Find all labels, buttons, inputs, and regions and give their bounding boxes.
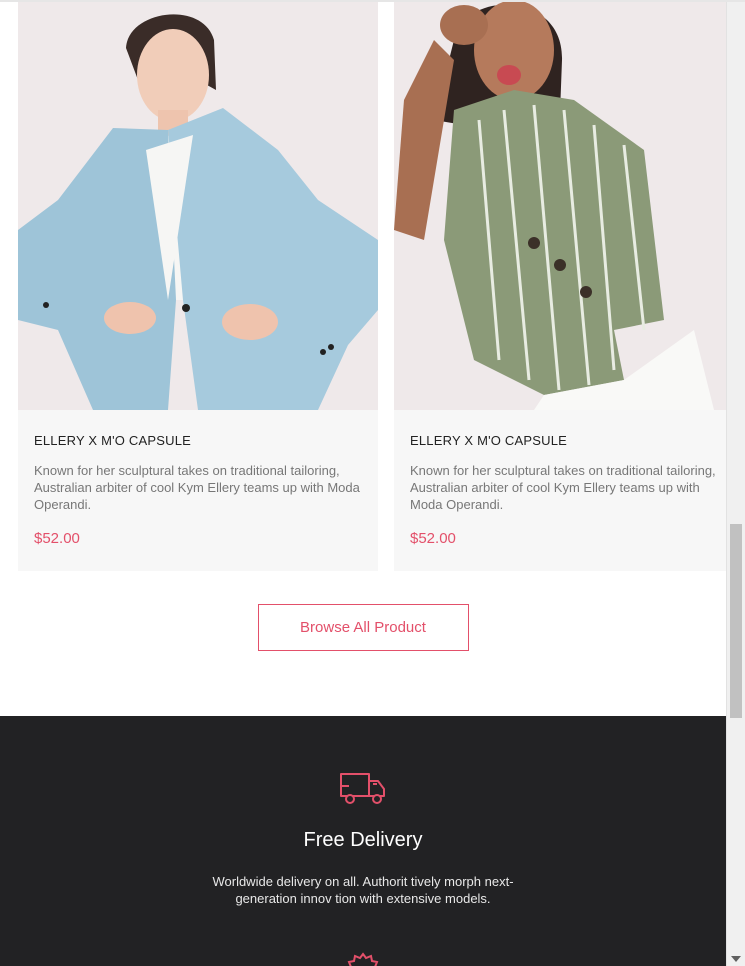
vertical-scrollbar[interactable] <box>726 0 745 966</box>
feature-description-line: generation innov tion with extensive mod… <box>235 891 491 906</box>
product-photo-striped-top <box>394 0 726 410</box>
product-grid: ELLERY X M'O CAPSULE Known for her sculp… <box>18 0 726 571</box>
product-image[interactable] <box>394 0 726 410</box>
product-card[interactable]: ELLERY X M'O CAPSULE Known for her sculp… <box>18 0 378 571</box>
product-description: Known for her sculptural takes on tradit… <box>34 463 360 512</box>
top-divider <box>0 0 745 2</box>
product-info: ELLERY X M'O CAPSULE Known for her sculp… <box>410 433 718 547</box>
scroll-down-arrow-icon[interactable] <box>731 956 741 962</box>
browse-container: Browse All Product <box>0 604 726 651</box>
browse-all-button[interactable]: Browse All Product <box>257 604 469 651</box>
features-section: Free Delivery Worldwide delivery on all.… <box>0 716 726 966</box>
page: ELLERY X M'O CAPSULE Known for her sculp… <box>0 0 726 966</box>
feature-description: Worldwide delivery on all. Authorit tive… <box>0 873 726 907</box>
product-price: $52.00 <box>34 530 80 547</box>
scrollbar-thumb[interactable] <box>730 524 742 718</box>
product-photo-blazer <box>18 0 378 410</box>
feature-description-line: Worldwide delivery on all. Authorit tive… <box>212 874 514 889</box>
feature-title: Free Delivery <box>303 829 423 851</box>
product-info: ELLERY X M'O CAPSULE Known for her sculp… <box>34 433 370 547</box>
product-title[interactable]: ELLERY X M'O CAPSULE <box>410 433 718 448</box>
product-card[interactable]: ELLERY X M'O CAPSULE Known for her sculp… <box>394 0 726 571</box>
badge-icon <box>347 952 379 966</box>
product-price: $52.00 <box>410 530 456 547</box>
product-description: Known for her sculptural takes on tradit… <box>410 463 716 512</box>
delivery-truck-icon <box>340 773 385 804</box>
product-title[interactable]: ELLERY X M'O CAPSULE <box>34 433 370 448</box>
product-image[interactable] <box>18 0 378 410</box>
